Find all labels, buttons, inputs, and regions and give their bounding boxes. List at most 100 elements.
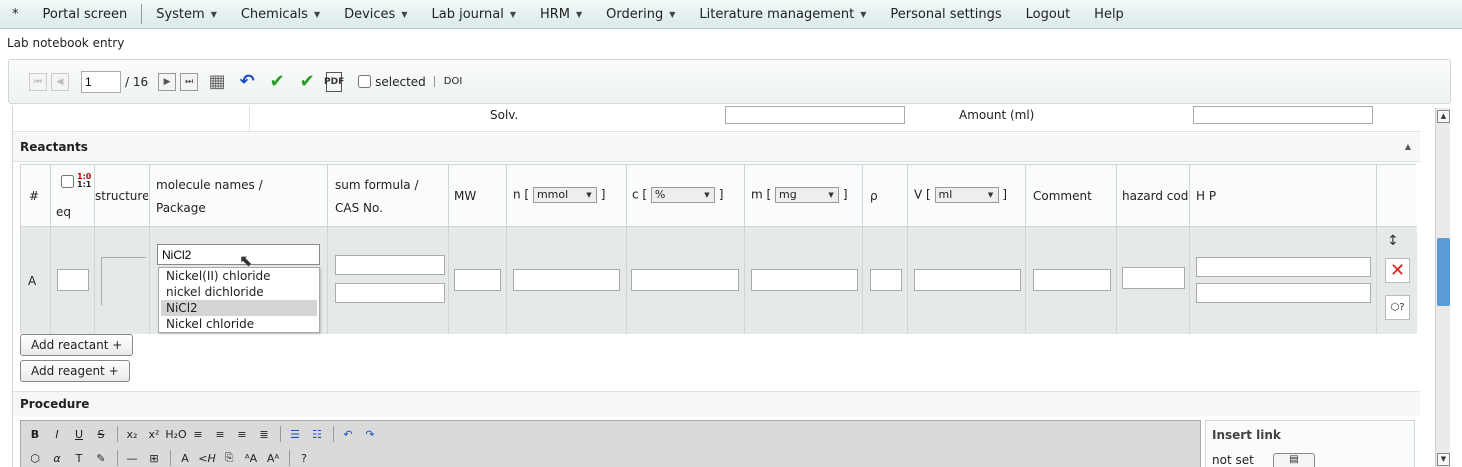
c-unit-select[interactable]: % ▼ bbox=[650, 187, 715, 203]
save-icon[interactable]: ✔ bbox=[296, 71, 318, 93]
density-input[interactable] bbox=[870, 269, 902, 291]
hazard-code-input[interactable] bbox=[1122, 267, 1185, 289]
col-header-n: n [ mmol ▼ ] bbox=[513, 187, 606, 203]
editor-toolbar-row: ⬡ α T ✎ — ⊞ A <H ⎘ ᴬA Aᴬ ? bbox=[21, 447, 316, 467]
numbered-list-icon[interactable]: ☷ bbox=[307, 425, 327, 443]
vertical-scrollbar[interactable]: ▲ ▼ bbox=[1435, 108, 1450, 467]
pdf-export-icon[interactable]: PDF bbox=[324, 71, 344, 92]
scroll-up-icon[interactable]: ▲ bbox=[1437, 110, 1450, 123]
reactants-section-header[interactable]: Reactants ▲ bbox=[13, 133, 1420, 162]
bold-icon[interactable]: B bbox=[25, 425, 45, 443]
selected-checkbox[interactable] bbox=[358, 75, 372, 88]
p-phrases-input[interactable] bbox=[1196, 283, 1371, 303]
v-unit-select[interactable]: ml ▼ bbox=[934, 187, 999, 203]
chem-format-icon[interactable]: H₂O bbox=[165, 425, 186, 443]
menu-hrm[interactable]: HRM ▼ bbox=[528, 0, 594, 29]
collapse-icon[interactable]: ▲ bbox=[1405, 142, 1411, 151]
menu-personal-settings[interactable]: Personal settings bbox=[878, 0, 1013, 29]
add-reagent-button[interactable]: Add reagent + bbox=[20, 360, 130, 382]
menu-logout[interactable]: Logout bbox=[1014, 0, 1083, 29]
bullet-list-icon[interactable]: ☰ bbox=[285, 425, 305, 443]
eq-input[interactable] bbox=[57, 269, 89, 291]
insert-html-icon[interactable]: <H bbox=[197, 449, 217, 467]
col-header-comment: Comment bbox=[1033, 189, 1092, 203]
h-phrases-input[interactable] bbox=[1196, 257, 1371, 277]
horizontal-rule-icon[interactable]: — bbox=[122, 449, 142, 467]
menu-system[interactable]: System ▼ bbox=[144, 0, 229, 29]
menu-lab-journal[interactable]: Lab journal ▼ bbox=[419, 0, 528, 29]
n-unit-select[interactable]: mmol ▼ bbox=[532, 187, 597, 203]
align-center-icon[interactable]: ≡ bbox=[210, 425, 230, 443]
uppercase-icon[interactable]: ᴬA bbox=[241, 449, 261, 467]
strikethrough-icon[interactable]: S bbox=[91, 425, 111, 443]
menu-chemicals[interactable]: Chemicals ▼ bbox=[229, 0, 332, 29]
help-icon[interactable]: ? bbox=[294, 449, 314, 467]
choose-link-button[interactable]: ▤ bbox=[1273, 453, 1315, 467]
eq-checkbox[interactable] bbox=[61, 175, 74, 188]
insert-molecule-icon[interactable]: ⬡ bbox=[25, 449, 45, 467]
align-right-icon[interactable]: ≡ bbox=[232, 425, 252, 443]
delete-row-icon[interactable]: ✕ bbox=[1385, 258, 1410, 283]
menu-portal-screen[interactable]: Portal screen bbox=[31, 0, 140, 29]
align-justify-icon[interactable]: ≣ bbox=[254, 425, 274, 443]
m-unit-select[interactable]: mg ▼ bbox=[775, 187, 840, 203]
add-reactant-button[interactable]: Add reactant + bbox=[20, 334, 134, 356]
superscript-icon[interactable]: x² bbox=[144, 425, 164, 443]
font-size-icon[interactable]: A bbox=[175, 449, 195, 467]
comment-input[interactable] bbox=[1033, 269, 1111, 291]
scroll-down-icon[interactable]: ▼ bbox=[1437, 453, 1450, 466]
col-header-c: c [ % ▼ ] bbox=[632, 187, 724, 203]
menu-ordering[interactable]: Ordering ▼ bbox=[594, 0, 687, 29]
cas-number-input[interactable] bbox=[335, 283, 445, 303]
subscript-icon[interactable]: x₂ bbox=[122, 425, 142, 443]
amount-input[interactable] bbox=[1193, 106, 1373, 124]
menu-star[interactable]: * bbox=[0, 0, 31, 29]
scroll-thumb[interactable] bbox=[1437, 238, 1450, 306]
autocomplete-option[interactable]: Nickel chloride bbox=[161, 316, 317, 332]
insert-link-panel: Insert link not set ▤ bbox=[1205, 420, 1415, 467]
save-continue-icon[interactable]: ✔ bbox=[266, 71, 288, 93]
c-input[interactable] bbox=[631, 269, 739, 291]
reactants-table: # 1:0 1:1 eq structure molecule names / P… bbox=[20, 164, 1417, 334]
structure-canvas[interactable] bbox=[101, 257, 146, 305]
undo-icon[interactable]: ↶ bbox=[236, 71, 258, 93]
insert-table-icon[interactable]: ⊞ bbox=[144, 449, 164, 467]
redo-icon[interactable]: ↷ bbox=[360, 425, 380, 443]
underline-icon[interactable]: U bbox=[69, 425, 89, 443]
row-label: A bbox=[28, 274, 37, 288]
last-page-icon[interactable]: ⏭ bbox=[180, 72, 199, 91]
autocomplete-option[interactable]: nickel dichloride bbox=[161, 284, 317, 300]
solvent-input[interactable] bbox=[725, 106, 905, 124]
lowercase-icon[interactable]: Aᴬ bbox=[263, 449, 283, 467]
menu-literature-management[interactable]: Literature management ▼ bbox=[687, 0, 878, 29]
align-left-icon[interactable]: ≡ bbox=[188, 425, 208, 443]
ratio-icon[interactable]: 1:0 1:1 bbox=[77, 173, 91, 189]
n-input[interactable] bbox=[513, 269, 620, 291]
first-page-icon[interactable]: ⏮ bbox=[29, 72, 47, 91]
mw-input[interactable] bbox=[454, 269, 501, 291]
autocomplete-option-highlighted[interactable]: NiCl2 bbox=[161, 300, 317, 316]
doi-button[interactable]: DOI bbox=[433, 76, 462, 87]
m-input[interactable] bbox=[751, 269, 858, 291]
menu-devices[interactable]: Devices ▼ bbox=[332, 0, 419, 29]
sum-formula-input[interactable] bbox=[335, 255, 445, 275]
col-header-m: m [ mg ▼ ] bbox=[751, 187, 848, 203]
menu-help[interactable]: Help bbox=[1082, 0, 1136, 29]
text-color-icon[interactable]: T bbox=[69, 449, 89, 467]
col-header-v: V [ ml ▼ ] bbox=[914, 187, 1008, 203]
table-view-icon[interactable]: ▦ bbox=[206, 71, 228, 93]
insert-symbol-icon[interactable]: α bbox=[47, 449, 67, 467]
undo-icon[interactable]: ↶ bbox=[338, 425, 358, 443]
page-number-input[interactable] bbox=[81, 70, 121, 93]
italic-icon[interactable]: I bbox=[47, 425, 67, 443]
prev-page-icon[interactable]: ◀ bbox=[51, 72, 69, 91]
selected-checkbox-group[interactable]: selected bbox=[358, 75, 426, 89]
procedure-section-header[interactable]: Procedure bbox=[13, 391, 1420, 416]
reorder-icon[interactable]: ↕ bbox=[1387, 233, 1399, 249]
autocomplete-option[interactable]: Nickel(II) chloride bbox=[161, 268, 317, 284]
paste-icon[interactable]: ⎘ bbox=[219, 449, 239, 467]
volume-input[interactable] bbox=[914, 269, 1021, 291]
next-page-icon[interactable]: ▶ bbox=[158, 72, 177, 91]
molecule-lookup-icon[interactable]: ⬡? bbox=[1385, 295, 1410, 320]
highlight-icon[interactable]: ✎ bbox=[91, 449, 111, 467]
